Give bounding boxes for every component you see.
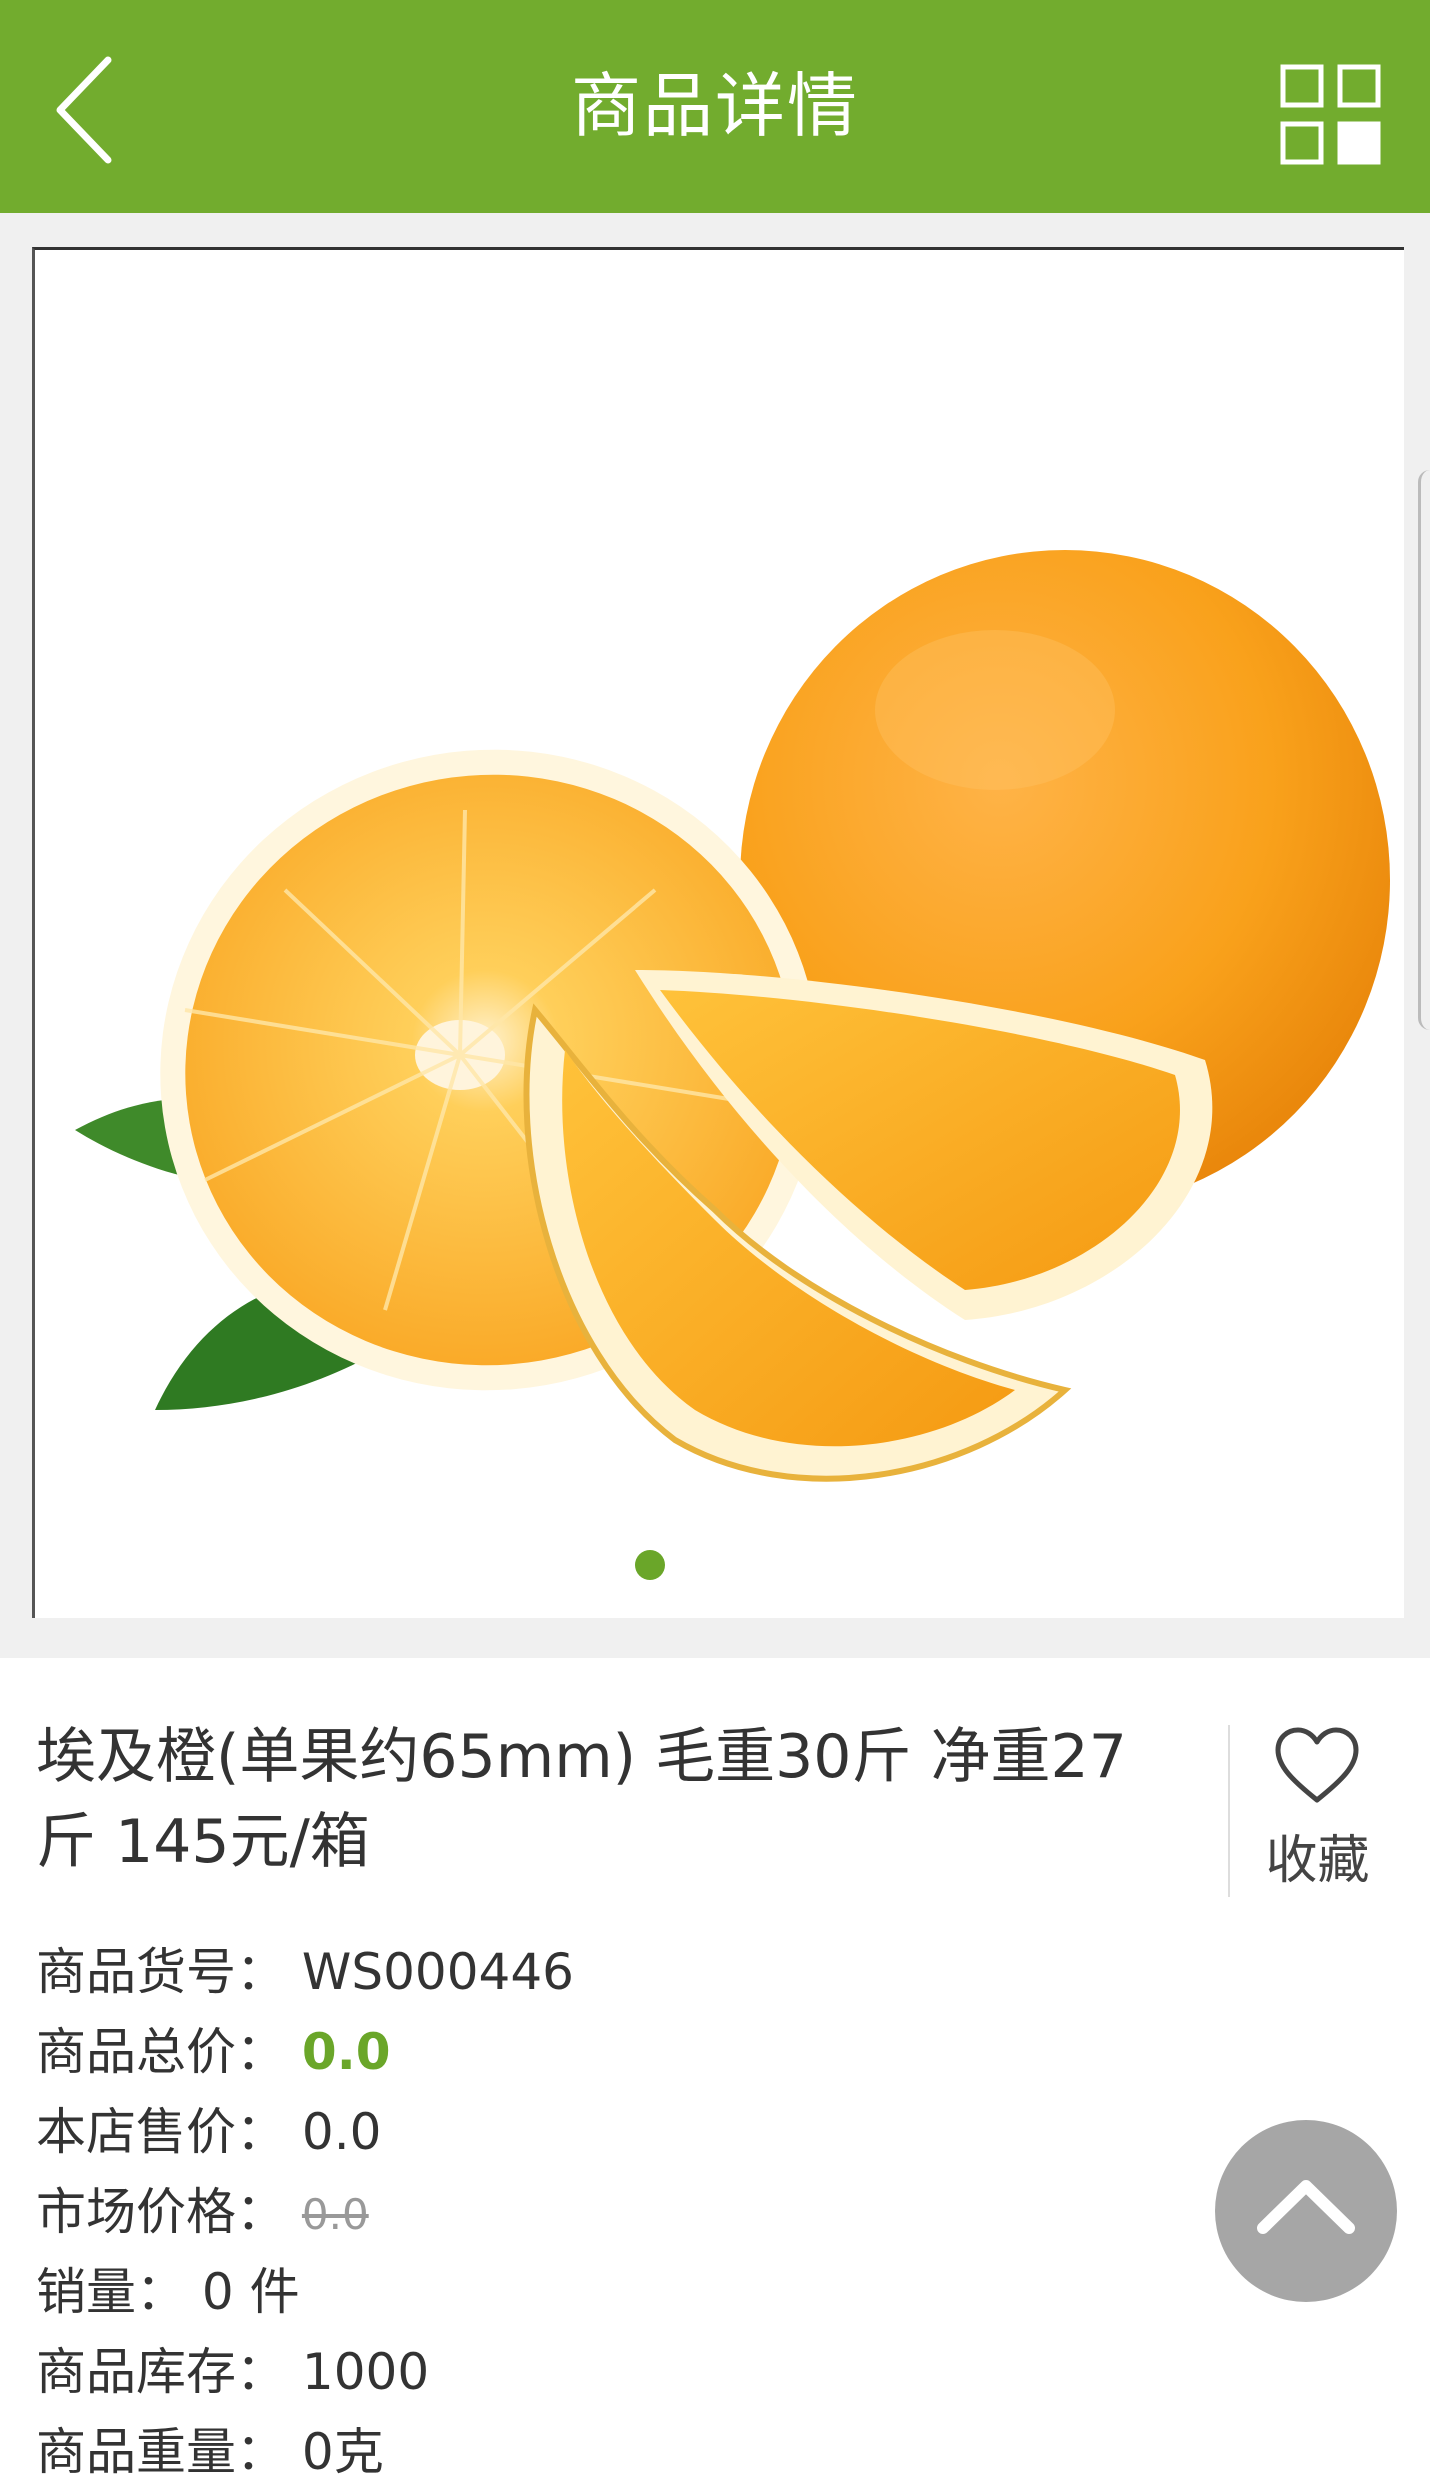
total-price-value: 0.0 (301, 2023, 391, 2081)
weight-value: 0克 (301, 2423, 384, 2481)
sku-label: 商品货号： (36, 1943, 286, 2001)
market-price-label: 市场价格： (36, 2183, 286, 2241)
heart-icon (1275, 1727, 1359, 1803)
total-price-label: 商品总价： (36, 2023, 286, 2081)
stock-label: 商品库存： (36, 2343, 286, 2401)
stock-value: 1000 (301, 2343, 430, 2401)
shop-price-label: 本店售价： (36, 2103, 286, 2161)
spec-row-price: 本店售价： 0.0 (36, 2092, 574, 2172)
spec-row-weight: 商品重量： 0克 (36, 2412, 574, 2492)
spec-row-sku: 商品货号： WS000446 (36, 1932, 574, 2012)
category-menu-button[interactable] (1278, 62, 1388, 172)
product-specs: 商品货号： WS000446 商品总价： 0.0 本店售价： 0.0 市场价格：… (36, 1932, 574, 2492)
sales-value: 0 件 (201, 2263, 300, 2321)
spec-row-total: 商品总价： 0.0 (36, 2012, 574, 2092)
side-scroll-handle[interactable] (1418, 470, 1430, 1030)
page-title: 商品详情 (571, 65, 859, 147)
favorite-button[interactable]: 收藏 (1235, 1718, 1400, 1898)
sales-label: 销量： (36, 2263, 186, 2321)
shop-price-value: 0.0 (301, 2103, 382, 2161)
carousel-indicator-dot[interactable] (635, 1550, 665, 1580)
market-price-value: 0.0 (301, 2190, 369, 2239)
chevron-up-icon (1257, 2180, 1355, 2234)
back-to-top-button[interactable] (1215, 2120, 1397, 2302)
spec-row-sales: 销量： 0 件 (36, 2252, 574, 2332)
app-header: 商品详情 (0, 0, 1430, 213)
favorite-divider (1228, 1725, 1230, 1897)
oranges-product-image (75, 550, 1390, 1482)
sku-value: WS000446 (301, 1943, 574, 2001)
product-image-carousel[interactable] (32, 247, 1404, 1618)
weight-label: 商品重量： (36, 2423, 286, 2481)
product-name: 埃及橙(单果约65mm) 毛重30斤 净重27斤 145元/箱 (36, 1722, 1127, 1877)
favorite-label: 收藏 (1265, 1831, 1370, 1891)
grid-icon (1280, 64, 1381, 165)
spec-row-market: 市场价格： 0.0 (36, 2172, 574, 2252)
spec-row-stock: 商品库存： 1000 (36, 2332, 574, 2412)
